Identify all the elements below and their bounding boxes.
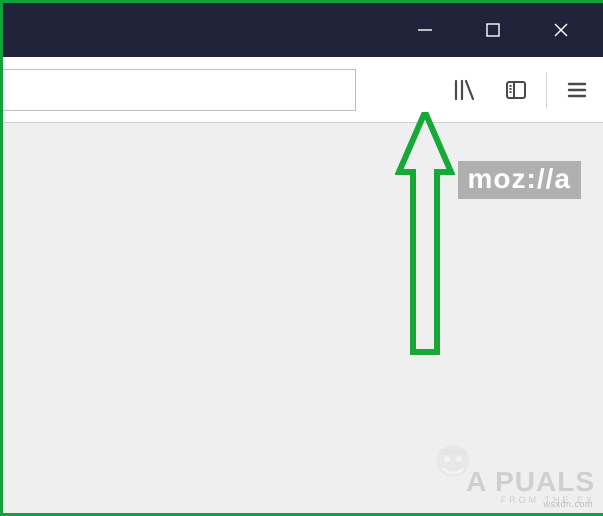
browser-toolbar: [3, 57, 603, 123]
hamburger-icon: [566, 79, 588, 101]
minimize-icon: [416, 21, 434, 39]
watermark-main-text: A PUALS: [466, 471, 595, 493]
library-button[interactable]: [438, 64, 490, 116]
maximize-icon: [485, 22, 501, 38]
watermark-sub-text: FROM THE EX: [466, 495, 595, 505]
window-title-bar: [3, 3, 603, 57]
screenshot-frame: moz://a A PUALS FROM THE EX wsxdn.com: [0, 0, 603, 516]
url-input[interactable]: [3, 69, 356, 111]
page-content: moz://a A PUALS FROM THE EX wsxdn.com: [3, 123, 603, 513]
close-button[interactable]: [527, 3, 595, 57]
sidebar-icon: [504, 78, 528, 102]
close-icon: [552, 21, 570, 39]
appuals-logo-icon: [423, 439, 483, 499]
library-icon: [451, 77, 477, 103]
minimize-button[interactable]: [391, 3, 459, 57]
sidebar-button[interactable]: [490, 64, 542, 116]
watermark: A PUALS FROM THE EX: [466, 471, 595, 505]
watermark-tiny-text: wsxdn.com: [543, 499, 593, 509]
maximize-button[interactable]: [459, 3, 527, 57]
menu-button[interactable]: [551, 64, 603, 116]
toolbar-separator: [546, 72, 547, 108]
mozilla-badge: moz://a: [458, 161, 581, 199]
toolbar-right-group: [438, 57, 603, 123]
